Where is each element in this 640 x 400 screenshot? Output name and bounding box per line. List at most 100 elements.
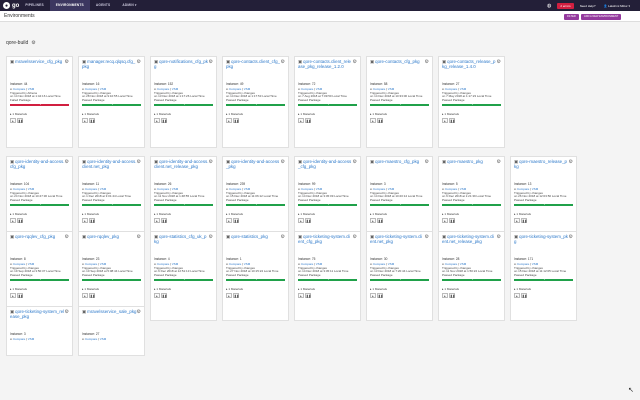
materials-toggle[interactable]: ▸ 1 Materials xyxy=(226,212,285,216)
materials-toggle[interactable]: ▸ 1 Materials xyxy=(10,112,69,116)
play-icon[interactable]: ▸ xyxy=(298,292,304,298)
gear-icon[interactable]: ⚙ xyxy=(281,59,285,65)
gear-icon[interactable]: ⚙ xyxy=(65,309,69,315)
add-environment-button[interactable]: ADD A NEW ENVIRONMENT xyxy=(581,14,622,20)
play-icon[interactable]: ▸ xyxy=(82,292,88,298)
gear-icon[interactable]: ⚙ xyxy=(353,159,357,165)
stage-status-bar[interactable]: ✓ xyxy=(226,202,285,206)
play-icon[interactable]: ▸ xyxy=(226,292,232,298)
gear-icon[interactable]: ⚙ xyxy=(425,159,429,165)
user-menu[interactable]: 👤 Lakshmi Mittur ▾ xyxy=(604,4,630,8)
play-icon[interactable]: ▸ xyxy=(154,117,160,123)
play-icon[interactable]: ▸ xyxy=(370,217,376,223)
nav-environments[interactable]: ENVIRONMENTS xyxy=(49,0,90,11)
pause-icon[interactable]: ❚❚ xyxy=(305,117,311,123)
materials-toggle[interactable]: ▸ 1 Materials xyxy=(82,287,141,291)
materials-toggle[interactable]: ▸ 1 Materials xyxy=(154,112,213,116)
stage-status-bar[interactable]: ✓ xyxy=(226,102,285,106)
materials-toggle[interactable]: ▸ 1 Materials xyxy=(226,287,285,291)
pipeline-name-link[interactable]: ▣qore-rqqlev_cfg_pkg xyxy=(10,234,55,239)
pipeline-name-link[interactable]: ▣manager.recq.qlqsq.cfg_pkg xyxy=(82,59,137,69)
pipeline-name-link[interactable]: ▣qore-contacts_cfg_pkg xyxy=(370,59,420,64)
stage-status-bar[interactable]: ✓ xyxy=(154,202,213,206)
stage-status-bar[interactable]: ✓ xyxy=(226,277,285,281)
vsm-link[interactable]: VSM xyxy=(100,337,107,341)
stage-status-bar[interactable]: ✓ xyxy=(10,202,69,206)
gear-icon[interactable]: ⚙ xyxy=(281,159,285,165)
materials-toggle[interactable]: ▸ 1 Materials xyxy=(82,212,141,216)
gear-icon[interactable]: ⚙ xyxy=(65,59,69,65)
materials-toggle[interactable]: ▸ 1 Materials xyxy=(514,212,573,216)
nav-pipelines[interactable]: PIPELINES xyxy=(19,0,49,11)
play-icon[interactable]: ▸ xyxy=(298,217,304,223)
pause-icon[interactable]: ❚❚ xyxy=(89,117,95,123)
pause-icon[interactable]: ❚❚ xyxy=(449,217,455,223)
gear-icon[interactable]: ⚙ xyxy=(209,159,213,165)
pipeline-name-link[interactable]: ▣qore-ticketing-system.client.net_pkg xyxy=(370,234,425,244)
pause-icon[interactable]: ❚❚ xyxy=(521,292,527,298)
gear-icon[interactable]: ⚙ xyxy=(209,234,213,240)
gear-icon[interactable]: ⚙ xyxy=(569,234,573,240)
materials-toggle[interactable]: ▸ 1 Materials xyxy=(442,287,501,291)
materials-toggle[interactable]: ▸ 1 Materials xyxy=(10,287,69,291)
need-help-link[interactable]: Need Help? xyxy=(580,4,596,8)
stage-status-bar[interactable]: ✓ xyxy=(298,102,357,106)
gear-icon[interactable]: ⚙ xyxy=(31,40,35,46)
stage-status-bar[interactable]: ✓ xyxy=(370,277,429,281)
materials-toggle[interactable]: ▸ 1 Materials xyxy=(226,112,285,116)
pipeline-name-link[interactable]: ▣qore-statistics_pkg xyxy=(226,234,268,239)
compare-link[interactable]: Compare xyxy=(85,337,97,341)
pause-icon[interactable]: ❚❚ xyxy=(233,217,239,223)
play-icon[interactable]: ▸ xyxy=(298,117,304,123)
pause-icon[interactable]: ❚❚ xyxy=(17,217,23,223)
play-icon[interactable]: ▸ xyxy=(514,217,520,223)
pause-icon[interactable]: ❚❚ xyxy=(17,117,23,123)
pause-icon[interactable]: ❚❚ xyxy=(377,217,383,223)
go-logo[interactable]: ● go xyxy=(3,2,19,9)
gear-icon[interactable]: ⚙ xyxy=(65,159,69,165)
gear-icon[interactable]: ⚙ xyxy=(497,234,501,240)
pipeline-name-link[interactable]: ▣qore-identity-and-access_cfg_pkg xyxy=(298,159,353,169)
pipeline-name-link[interactable]: ▣qore-maestro_pkg xyxy=(442,159,483,164)
materials-toggle[interactable]: ▸ 1 Materials xyxy=(154,212,213,216)
pause-icon[interactable]: ❚❚ xyxy=(305,292,311,298)
materials-toggle[interactable]: ▸ 1 Materials xyxy=(442,212,501,216)
gear-icon[interactable]: ⚙ xyxy=(209,59,213,65)
notification-icon[interactable]: ◍ xyxy=(547,3,551,9)
stage-status-bar[interactable]: ✓ xyxy=(442,102,501,106)
stage-status-bar[interactable]: ✓ xyxy=(82,102,141,106)
pause-icon[interactable]: ❚❚ xyxy=(161,217,167,223)
materials-toggle[interactable]: ▸ 1 Materials xyxy=(10,212,69,216)
stage-status-bar[interactable]: ✓ xyxy=(82,202,141,206)
stage-status-bar[interactable]: ✓ xyxy=(10,277,69,281)
pipeline-name-link[interactable]: ▣qore-identity-and-access_pkg xyxy=(226,159,281,169)
materials-toggle[interactable]: ▸ 1 Materials xyxy=(442,112,501,116)
vsm-link[interactable]: VSM xyxy=(28,337,35,341)
play-icon[interactable]: ▸ xyxy=(442,292,448,298)
play-icon[interactable]: ▸ xyxy=(10,292,16,298)
pipeline-name-link[interactable]: ▣qore-contacts.client_cfg_pkg xyxy=(226,59,281,69)
materials-toggle[interactable]: ▸ 1 Materials xyxy=(370,212,429,216)
errors-badge[interactable]: 2 errors xyxy=(557,2,574,9)
pipeline-name-link[interactable]: ▣qore-notifications_cfg_pkg xyxy=(154,59,209,69)
stage-status-bar[interactable]: ✓ xyxy=(514,202,573,206)
pause-icon[interactable]: ❚❚ xyxy=(89,292,95,298)
play-icon[interactable]: ▸ xyxy=(10,117,16,123)
gear-icon[interactable]: ⚙ xyxy=(497,59,501,65)
materials-toggle[interactable]: ▸ 1 Materials xyxy=(370,112,429,116)
materials-toggle[interactable]: ▸ 1 Materials xyxy=(82,112,141,116)
pause-icon[interactable]: ❚❚ xyxy=(233,292,239,298)
pipeline-name-link[interactable]: ▣qore-maestro_release_pkg xyxy=(514,159,569,169)
stage-status-bar[interactable]: ✓ xyxy=(82,277,141,281)
pipeline-name-link[interactable]: ▣qore-ticketing-system_pkg xyxy=(514,234,569,244)
gear-icon[interactable]: ⚙ xyxy=(569,159,573,165)
nav-agents[interactable]: AGENTS xyxy=(90,0,116,11)
play-icon[interactable]: ▸ xyxy=(154,217,160,223)
pipeline-name-link[interactable]: ▣qore-ticketing-system.client.net_releas… xyxy=(442,234,497,244)
stage-status-bar[interactable]: ✓ xyxy=(298,202,357,206)
pause-icon[interactable]: ❚❚ xyxy=(161,117,167,123)
play-icon[interactable]: ▸ xyxy=(154,292,160,298)
stage-status-bar[interactable]: ✓ xyxy=(298,277,357,281)
pipeline-name-link[interactable]: ▣qore-contacts.client_release_pkg_releas… xyxy=(298,59,353,69)
pause-icon[interactable]: ❚❚ xyxy=(17,292,23,298)
